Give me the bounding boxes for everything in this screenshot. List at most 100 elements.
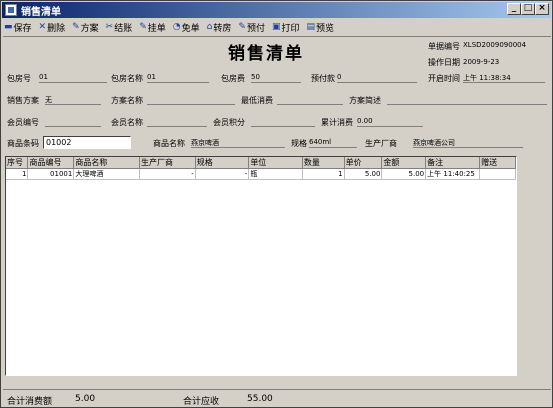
room-fee-value: 50	[251, 73, 301, 83]
close-button[interactable]: ×	[535, 3, 549, 15]
doc-no-label: 单据编号	[428, 42, 460, 51]
column-header[interactable]: 赠送	[479, 157, 516, 169]
min-spend-value	[277, 95, 343, 105]
column-header[interactable]: 单价	[344, 157, 383, 169]
free-button[interactable]: ◔ 免单	[172, 20, 201, 34]
prepay-icon: ✎	[238, 22, 246, 32]
room-name-value: 01	[147, 73, 209, 83]
toolbar-label: 转房	[213, 23, 232, 34]
plan-value: 无	[45, 95, 101, 105]
room-button[interactable]: ⌂ 转房	[206, 20, 233, 34]
maximize-button[interactable]: □	[521, 3, 535, 15]
member-no-label: 会员编号	[7, 118, 39, 127]
room-no-label: 包房号	[7, 74, 31, 83]
table-cell[interactable]: 5.00	[381, 168, 427, 180]
column-header[interactable]: 备注	[425, 157, 481, 169]
toolbar-divider	[3, 36, 551, 37]
toolbar-label: 预付	[246, 23, 265, 34]
column-header[interactable]: 单位	[248, 157, 303, 169]
room-icon: ⌂	[206, 22, 213, 32]
barcode-label: 商品条码	[7, 139, 39, 148]
spec-value: 640ml	[309, 138, 357, 148]
window-title: 销售清单	[21, 6, 61, 18]
hold-button[interactable]: ✎ 挂单	[138, 20, 167, 34]
checkout-button[interactable]: ✂ 结账	[105, 20, 134, 34]
window-icon	[5, 4, 17, 16]
status-bar: 合计消费额 5.00 合计应收 55.00	[3, 389, 551, 407]
plan-desc-value	[387, 95, 547, 105]
doc-no-value: XLSD2009090004	[463, 41, 527, 49]
plan-button[interactable]: ✎ 方案	[71, 20, 100, 34]
open-time-value: 上午 11:38:34	[463, 73, 545, 83]
total-spend-value: 0.00	[357, 117, 423, 127]
preview-icon: ▤	[306, 22, 315, 32]
minimize-button[interactable]: _	[507, 3, 521, 15]
plan-name-value	[147, 95, 235, 105]
room-no-value: 01	[39, 73, 107, 83]
member-no-value	[45, 117, 101, 127]
column-header[interactable]: 数量	[302, 157, 345, 169]
toolbar-label: 保存	[13, 23, 32, 34]
save-button[interactable]: ▬ 保存	[3, 20, 33, 34]
free-icon: ◔	[172, 22, 181, 32]
table-cell[interactable]: 1	[6, 168, 29, 180]
print-button[interactable]: ▣ 打印	[271, 20, 301, 34]
prepay-label: 预付款	[311, 74, 335, 83]
total-receivable-label: 合计应收	[183, 397, 220, 407]
member-points-label: 会员积分	[213, 118, 245, 127]
table-cell[interactable]: -	[139, 168, 196, 180]
barcode-input[interactable]: 01002	[43, 136, 131, 149]
op-date-value: 2009-9-23	[463, 58, 500, 66]
total-spend-footer-value: 5.00	[75, 394, 96, 404]
hold-icon: ✎	[139, 22, 147, 32]
maker-label: 生产厂商	[365, 139, 397, 148]
toolbar-label: 方案	[80, 23, 99, 34]
sales-list-window: 销售清单 _ □ × ▬ 保存 ✕ 删除 ✎ 方案 ✂ 结账 ✎ 挂单 ◔ 免单 ⌂ 转房 ✎ 预付 ▣ 打印 ▤ 预…	[0, 0, 553, 408]
table-cell[interactable]: 上午 11:40:25	[425, 168, 481, 180]
toolbar-label: 免单	[181, 23, 200, 34]
delete-button[interactable]: ✕ 删除	[38, 20, 67, 34]
toolbar-label: 挂单	[147, 23, 166, 34]
column-header[interactable]: 生产厂商	[139, 157, 196, 169]
product-name-value: 燕京啤酒	[191, 138, 285, 148]
table-cell[interactable]	[479, 168, 516, 180]
form-title: 销售清单	[228, 44, 304, 64]
column-header[interactable]: 商品编号	[27, 157, 75, 169]
sales-grid[interactable]: 序号 商品编号 商品名称 生产厂商 规格 单位 数量 单价 金额 备注 赠送 1 01001 大理啤酒 -…	[5, 156, 517, 376]
total-spend-footer-label: 合计消费额	[7, 397, 53, 407]
grid-header-row: 序号 商品编号 商品名称 生产厂商 规格 单位 数量 单价 金额 备注 赠送	[6, 157, 516, 169]
toolbar-label: 删除	[47, 23, 66, 34]
column-header[interactable]: 金额	[381, 157, 427, 169]
min-spend-label: 最低消费	[241, 96, 273, 105]
table-cell[interactable]: 1	[302, 168, 345, 180]
spec-label: 规格	[291, 139, 307, 148]
room-fee-label: 包房费	[221, 74, 245, 83]
column-header[interactable]: 序号	[6, 157, 29, 169]
member-name-label: 会员名称	[111, 118, 143, 127]
title-bar[interactable]: 销售清单 _ □ ×	[2, 2, 551, 18]
table-cell[interactable]: 大理啤酒	[73, 168, 140, 180]
toolbar-label: 打印	[281, 23, 300, 34]
prepay-button[interactable]: ✎ 预付	[237, 20, 266, 34]
print-icon: ▣	[271, 22, 281, 32]
preview-button[interactable]: ▤ 预览	[305, 20, 335, 34]
maker-value: 燕京啤酒公司	[413, 138, 523, 148]
member-points-value	[251, 117, 315, 127]
total-spend-label: 累计消费	[321, 118, 353, 127]
toolbar: ▬ 保存 ✕ 删除 ✎ 方案 ✂ 结账 ✎ 挂单 ◔ 免单 ⌂ 转房 ✎ 预付 ▣ 打印 ▤ 预览	[3, 19, 551, 35]
plan-icon: ✎	[72, 22, 80, 32]
toolbar-label: 结账	[114, 23, 133, 34]
open-time-label: 开启时间	[428, 74, 460, 83]
op-date-label: 操作日期	[428, 58, 460, 67]
room-name-label: 包房名称	[111, 74, 143, 83]
column-header[interactable]: 规格	[195, 157, 250, 169]
table-cell[interactable]: -	[195, 168, 250, 180]
column-header[interactable]: 商品名称	[73, 157, 140, 169]
product-name-label: 商品名称	[153, 139, 185, 148]
table-cell[interactable]: 5.00	[344, 168, 383, 180]
table-cell[interactable]: 瓶	[248, 168, 303, 180]
table-row[interactable]: 1 01001 大理啤酒 - - 瓶 1 5.00 5.00 上午 11:40:25	[6, 168, 516, 180]
plan-label: 销售方案	[7, 96, 39, 105]
table-cell[interactable]: 01001	[27, 168, 75, 180]
delete-icon: ✕	[38, 22, 47, 32]
